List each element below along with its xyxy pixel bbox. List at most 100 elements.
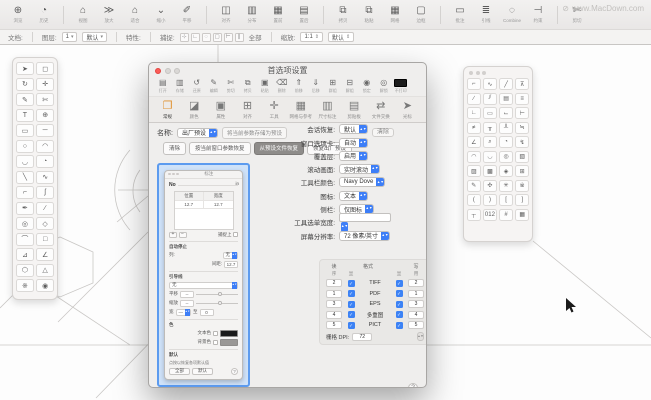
tool-button[interactable]: ∠ xyxy=(467,136,481,148)
tool-button[interactable]: ─ xyxy=(36,124,54,137)
strip-tool-button[interactable]: ⧉ 拷贝 xyxy=(240,78,256,94)
layer-select-2[interactable]: 默认▾ xyxy=(82,32,107,42)
dialog-tab[interactable]: ▣ 属性 xyxy=(208,100,233,120)
strip-tool-button[interactable]: ⊞ 群组 xyxy=(325,78,341,94)
write-order-field[interactable]: 4 xyxy=(408,311,424,319)
browse-button[interactable]: ⊕浏览 xyxy=(6,5,30,24)
dialog-tab[interactable]: ❐ 常规 xyxy=(155,100,180,120)
tool-button[interactable]: ╲ xyxy=(16,171,34,184)
tool-button[interactable]: ◔ xyxy=(499,136,513,148)
tool-button[interactable]: ▤ xyxy=(499,93,513,105)
tool-button[interactable]: ⊿ xyxy=(16,248,34,261)
scale-slider[interactable] xyxy=(196,303,238,304)
preset-action-button[interactable]: 清除 xyxy=(163,142,186,155)
layer-select-1[interactable]: 1▾ xyxy=(62,32,78,42)
strip-tool-button[interactable]: ▣ 粘贴 xyxy=(257,78,273,94)
distribute-button[interactable]: ▥分布 xyxy=(240,5,264,24)
pan-field[interactable]: -- xyxy=(180,291,194,298)
tool-button[interactable]: ) xyxy=(483,194,497,206)
strip-tool-button[interactable]: ⊟ 解组 xyxy=(342,78,358,94)
tool-button[interactable]: ╨ xyxy=(499,122,513,134)
strip-tool-button[interactable]: ◎ 解锁 xyxy=(376,78,392,94)
strip-tool-button[interactable]: ▤ 打开 xyxy=(155,78,171,94)
send-back-button[interactable]: ▤置后 xyxy=(292,5,316,24)
reset-default-button[interactable]: 默认 xyxy=(192,368,213,375)
dialog-tab[interactable]: ▦ 网格与参考 xyxy=(288,100,313,120)
tool-button[interactable]: ※ xyxy=(16,279,34,292)
tool-button[interactable]: ∟ xyxy=(467,107,481,119)
tool-button[interactable]: ∠ xyxy=(36,248,54,261)
write-enabled-checkbox[interactable] xyxy=(396,280,403,287)
annotate-button[interactable]: ▭批注 xyxy=(448,5,472,24)
read-enabled-checkbox[interactable] xyxy=(348,290,355,297)
tool-button[interactable]: ▧ xyxy=(515,151,529,163)
read-order-field[interactable]: 2 xyxy=(326,279,342,287)
read-enabled-checkbox[interactable] xyxy=(348,311,355,318)
tool-button[interactable]: ◡ xyxy=(483,151,497,163)
tool-button[interactable]: ⌕ xyxy=(483,136,497,148)
tool-button[interactable]: ◡ xyxy=(16,155,34,168)
read-order-field[interactable]: 1 xyxy=(326,290,342,298)
tool-button[interactable]: ◎ xyxy=(16,217,34,230)
tool-button[interactable]: ⊼ xyxy=(515,78,529,90)
strip-tool-button[interactable]: ⇓ 后移 xyxy=(308,78,324,94)
pan-slider[interactable] xyxy=(196,294,238,295)
bring-front-button[interactable]: ▦置前 xyxy=(266,5,290,24)
guide-style-select[interactable]: 无▲▼ xyxy=(169,282,238,289)
write-enabled-checkbox[interactable] xyxy=(396,290,403,297)
zoom-select[interactable]: 1:1⇕ xyxy=(300,32,323,42)
tool-button[interactable]: ◈ xyxy=(499,165,513,177)
tool-button[interactable]: ◇ xyxy=(36,217,54,230)
align-button[interactable]: ◫对齐 xyxy=(214,5,238,24)
zoom-out-button[interactable]: ⌄缩小 xyxy=(149,5,173,24)
dialog-tab[interactable]: ⇄ 文件交换 xyxy=(368,100,393,120)
snap-checkbox[interactable] xyxy=(233,232,238,237)
tool-button[interactable]: ⊕ xyxy=(36,109,54,122)
snap-toggle-button[interactable]: ◌ xyxy=(202,33,211,42)
write-order-field[interactable]: 1 xyxy=(408,290,424,298)
strip-tool-button[interactable]: ⇑ 前移 xyxy=(291,78,307,94)
dpi-stepper[interactable]: ▲▼ xyxy=(417,332,424,341)
style-select[interactable]: 默认⇕ xyxy=(328,32,354,42)
zoom-button[interactable] xyxy=(174,68,180,74)
write-order-field[interactable]: 5 xyxy=(408,321,424,329)
text-color-swatch[interactable] xyxy=(220,330,238,337)
tool-button[interactable]: ≡ xyxy=(515,93,529,105)
form-select[interactable]: 文本▲▼ xyxy=(339,191,368,201)
view-home-button[interactable]: ⌂视图 xyxy=(71,5,95,24)
tool-button[interactable]: ⊞ xyxy=(515,165,529,177)
tool-button[interactable]: 012 xyxy=(483,209,497,221)
tool-button[interactable]: ✣ xyxy=(483,180,497,192)
preview-help-button[interactable]: ? xyxy=(231,368,238,375)
tool-button[interactable]: ↯ xyxy=(515,136,529,148)
tool-button[interactable]: ⌒ xyxy=(16,233,34,246)
clear-button[interactable]: 清除 xyxy=(372,128,394,137)
tool-button[interactable]: ≠ xyxy=(467,122,481,134)
tool-button[interactable]: ✳ xyxy=(499,180,513,192)
snap-toggle-button[interactable]: ⊹ xyxy=(180,33,189,42)
tool-button[interactable]: ∿ xyxy=(36,171,54,184)
paste-button[interactable]: ⧉粘贴 xyxy=(357,5,381,24)
columns-select[interactable]: 无▲▼ xyxy=(223,252,239,259)
tool-button[interactable]: ◠ xyxy=(467,151,481,163)
history-button[interactable]: ◔历史 xyxy=(32,5,56,24)
strip-tool-button[interactable]: ▥ 存储 xyxy=(172,78,188,94)
tool-button[interactable]: ∿ xyxy=(483,78,497,90)
tool-button[interactable]: ✄ xyxy=(36,93,54,106)
tool-button[interactable]: ✎ xyxy=(16,93,34,106)
frame-button[interactable]: ▢边框 xyxy=(409,5,433,24)
read-order-field[interactable]: 5 xyxy=(326,321,342,329)
dialog-tab[interactable]: ➤ 光标 xyxy=(395,100,420,120)
constrain-button[interactable]: ⊣约束 xyxy=(526,5,550,24)
tool-button[interactable]: ∕ xyxy=(36,202,54,215)
tool-button[interactable]: ≒ xyxy=(515,122,529,134)
tool-button[interactable]: T xyxy=(16,109,34,122)
tool-button[interactable]: ʃ xyxy=(36,186,54,199)
tool-button[interactable]: ✒ xyxy=(16,202,34,215)
dpi-field[interactable]: 72 xyxy=(352,333,372,341)
background-color-checkbox[interactable] xyxy=(213,340,218,345)
read-order-field[interactable]: 4 xyxy=(326,311,342,319)
tool-button[interactable]: ∕ xyxy=(467,93,481,105)
form-select[interactable]: 72 像素/英寸▲▼ xyxy=(339,231,390,241)
grid-button[interactable]: ▦网格 xyxy=(383,5,407,24)
